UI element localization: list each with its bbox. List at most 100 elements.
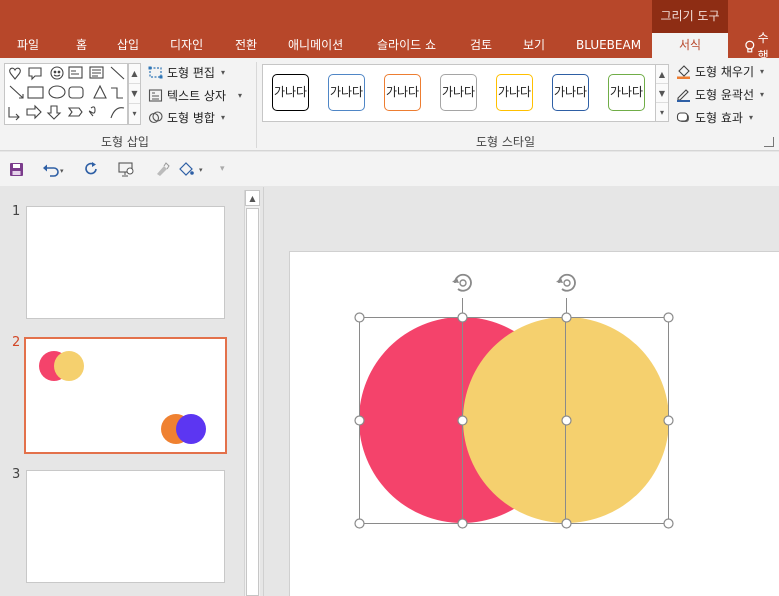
resize-handle[interactable]	[457, 415, 468, 426]
tab-file[interactable]: 파일	[17, 36, 39, 58]
slide-thumbnail-3[interactable]	[26, 470, 225, 583]
shape-styles-gallery[interactable]: 가나다 가나다 가나다 가나다 가나다 가나다 가나다	[262, 64, 656, 122]
thumbnail-blue-circle	[176, 414, 206, 444]
merge-shapes-icon	[148, 110, 163, 123]
shape-style-swatch[interactable]: 가나다	[552, 74, 589, 111]
format-painter-button[interactable]	[154, 160, 170, 178]
shape-style-swatch[interactable]: 가나다	[608, 74, 645, 111]
tab-bluebeam[interactable]: BLUEBEAM	[576, 36, 641, 58]
chevron-down-icon: ▾	[238, 90, 243, 100]
save-button[interactable]	[9, 160, 24, 178]
tab-format[interactable]: 서식	[652, 33, 728, 58]
scroll-down-icon[interactable]: ▼	[129, 84, 140, 104]
quick-access-toolbar: ▾ ▾ ▾	[0, 152, 779, 186]
slide-thumbnail-2[interactable]	[24, 337, 227, 454]
slide-thumbnail-content	[39, 351, 206, 444]
text-box-icon	[148, 88, 163, 102]
tab-animations[interactable]: 애니메이션	[288, 36, 343, 58]
shape-outline-label: 도형 윤곽선	[695, 87, 755, 102]
resize-handle[interactable]	[354, 518, 365, 529]
tell-me-box[interactable]: 수행	[744, 31, 779, 63]
resize-handle[interactable]	[354, 415, 365, 426]
shapes-gallery-scroll[interactable]: ▲ ▼ ▾	[128, 63, 141, 125]
shape-fill-button[interactable]: 도형 채우기 ▾	[676, 62, 764, 80]
shape-effects-button[interactable]: 도형 효과 ▾	[676, 108, 753, 126]
tab-transitions[interactable]: 전환	[235, 36, 257, 58]
svg-text:▾: ▾	[60, 167, 64, 175]
slideshow-icon	[118, 162, 134, 177]
shape-outline-button[interactable]: 도형 윤곽선 ▾	[676, 85, 764, 103]
scroll-up-icon[interactable]: ▲	[129, 64, 140, 84]
shapes-gallery[interactable]	[4, 63, 128, 125]
shape-style-swatch[interactable]: 가나다	[272, 74, 309, 111]
resize-handle[interactable]	[663, 312, 674, 323]
shape-style-swatch[interactable]: 가나다	[384, 74, 421, 111]
shape-fill-quick-button[interactable]: ▾	[177, 160, 209, 178]
paint-bucket-icon	[677, 64, 690, 79]
resize-handle[interactable]	[457, 312, 468, 323]
chevron-down-icon: ▾	[220, 164, 225, 174]
shape-style-swatch[interactable]: 가나다	[496, 74, 533, 111]
thumbnail-scrollbar[interactable]: ▲	[244, 190, 260, 596]
tab-view[interactable]: 보기	[523, 36, 545, 58]
resize-handle[interactable]	[663, 518, 674, 529]
edit-shape-button[interactable]: 도형 편집 ▾	[148, 63, 225, 81]
redo-button[interactable]	[84, 160, 99, 178]
chevron-down-icon: ▾	[760, 66, 765, 76]
lightbulb-icon	[745, 40, 755, 53]
slide-number: 2	[12, 335, 21, 350]
resize-handle[interactable]	[561, 312, 572, 323]
svg-text:▾: ▾	[199, 166, 203, 174]
undo-icon: ▾	[43, 164, 64, 177]
redo-icon	[85, 161, 97, 174]
tab-slideshow[interactable]: 슬라이드 쇼	[377, 36, 436, 58]
resize-handle[interactable]	[354, 312, 365, 323]
gallery-more-icon[interactable]: ▾	[129, 104, 140, 124]
customize-qat-button[interactable]: ▾	[220, 160, 225, 178]
dialog-launcher-icon[interactable]	[764, 137, 774, 147]
edit-shape-icon	[148, 66, 163, 78]
ribbon-divider	[256, 62, 257, 148]
slide-thumbnail-1[interactable]	[26, 206, 225, 319]
drawing-tools-context-header: 그리기 도구	[652, 0, 728, 33]
resize-handle[interactable]	[561, 518, 572, 529]
chevron-down-icon: ▾	[748, 112, 753, 122]
merge-shapes-button[interactable]: 도형 병합 ▾	[148, 108, 225, 126]
shapes-gallery-icons	[8, 66, 125, 121]
slide-number: 1	[12, 204, 21, 219]
save-icon	[10, 162, 23, 176]
scroll-up-icon[interactable]: ▲	[656, 65, 668, 84]
tab-insert[interactable]: 삽입	[117, 36, 139, 58]
pencil-icon	[677, 88, 690, 102]
format-painter-icon	[157, 161, 170, 176]
text-box-label: 텍스트 상자	[167, 88, 227, 103]
chevron-down-icon: ▾	[220, 67, 225, 77]
tab-review[interactable]: 검토	[470, 36, 492, 58]
scroll-down-icon[interactable]: ▼	[656, 84, 668, 103]
tab-design[interactable]: 디자인	[170, 36, 203, 58]
chevron-down-icon: ▾	[760, 89, 765, 99]
text-box-button[interactable]: 텍스트 상자 ▾	[148, 86, 242, 104]
resize-handle[interactable]	[663, 415, 674, 426]
shape-fill-label: 도형 채우기	[695, 64, 755, 79]
gallery-more-icon[interactable]: ▾	[656, 103, 668, 122]
scrollbar-thumb[interactable]	[246, 208, 259, 596]
slide-number: 3	[12, 467, 21, 482]
group-label-shape-styles: 도형 스타일	[476, 135, 536, 149]
shape-effects-label: 도형 효과	[695, 110, 743, 125]
thumbnail-yellow-circle	[54, 351, 84, 381]
present-button[interactable]	[118, 160, 136, 178]
edit-shape-label: 도형 편집	[167, 65, 215, 80]
chevron-down-icon: ▾	[220, 112, 225, 122]
shape-styles-scroll[interactable]: ▲ ▼ ▾	[655, 64, 669, 122]
shape-style-swatch[interactable]: 가나다	[440, 74, 477, 111]
scroll-up-icon[interactable]: ▲	[245, 190, 260, 206]
tab-home[interactable]: 홈	[76, 36, 87, 58]
undo-button[interactable]: ▾	[42, 160, 66, 178]
paint-bucket-icon: ▾	[179, 162, 203, 176]
resize-handle[interactable]	[457, 518, 468, 529]
merge-shapes-label: 도형 병합	[167, 110, 215, 125]
shape-style-swatch[interactable]: 가나다	[328, 74, 365, 111]
resize-handle[interactable]	[561, 415, 572, 426]
group-label-insert-shapes: 도형 삽입	[101, 135, 149, 149]
